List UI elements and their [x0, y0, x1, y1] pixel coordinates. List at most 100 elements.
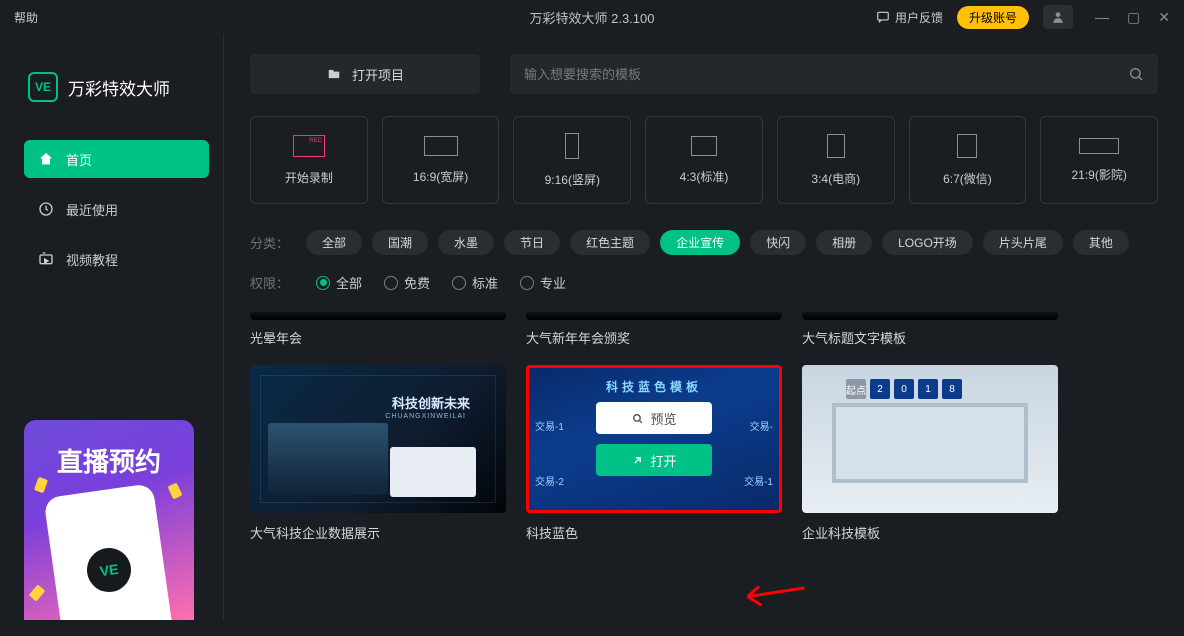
home-icon: [38, 151, 54, 167]
aspect-icon: [293, 135, 325, 157]
category-pill-2[interactable]: 水墨: [438, 230, 494, 255]
category-label: 分类：: [250, 233, 290, 252]
thumb-sub: CHUANGXINWEILAI: [385, 413, 466, 420]
template-card[interactable]: 起点 2 0 1 8 企业科技模板: [802, 365, 1058, 542]
thumb-tag: 交易-2: [535, 473, 564, 488]
open-project-button[interactable]: 打开项目: [250, 54, 480, 94]
help-menu[interactable]: 帮助: [14, 9, 38, 26]
aspect-icon: [827, 134, 845, 158]
aspect-icon: [957, 134, 977, 158]
minimize-button[interactable]: —: [1095, 9, 1109, 26]
template-title: 大气新年年会颁奖: [526, 331, 630, 346]
logo-mark: VE: [28, 72, 58, 102]
promo-title: 直播预约: [24, 420, 194, 479]
aspect-icon: [424, 136, 458, 156]
radio-icon: [452, 276, 466, 290]
template-thumb: 科技蓝色模板 交易-1 交易- 交易-2 交易-1 预览: [526, 365, 782, 513]
template-card-selected[interactable]: 科技蓝色模板 交易-1 交易- 交易-2 交易-1 预览: [526, 365, 782, 542]
category-pill-7[interactable]: 相册: [816, 230, 872, 255]
sidebar-item-tutorial[interactable]: 视频教程: [24, 240, 209, 278]
aspect-card-6[interactable]: 21:9(影院): [1040, 116, 1158, 204]
aspect-label: 21:9(影院): [1071, 166, 1126, 183]
video-icon: [38, 251, 54, 267]
aspect-icon: [691, 136, 717, 156]
app-logo: VE 万彩特效大师: [28, 72, 223, 102]
category-pill-10[interactable]: 其他: [1073, 230, 1129, 255]
aspect-label: 6:7(微信): [943, 170, 992, 187]
aspect-card-4[interactable]: 3:4(电商): [777, 116, 895, 204]
sidebar-item-home[interactable]: 首页: [24, 140, 209, 178]
aspect-card-0[interactable]: 开始录制: [250, 116, 368, 204]
speech-bubble-icon: [876, 10, 890, 24]
thumb-chip: 2: [870, 379, 890, 399]
category-pill-5[interactable]: 企业宣传: [660, 230, 740, 255]
aspect-icon: [1079, 138, 1119, 154]
radio-icon: [520, 276, 534, 290]
sidebar-item-recent[interactable]: 最近使用: [24, 190, 209, 228]
clock-icon: [38, 201, 54, 217]
radio-label: 免费: [404, 273, 430, 292]
sidebar-item-label: 视频教程: [66, 250, 118, 269]
radio-label: 全部: [336, 273, 362, 292]
template-title: 科技蓝色: [526, 523, 782, 542]
category-pill-6[interactable]: 快闪: [750, 230, 806, 255]
template-card[interactable]: 科技创新未来 CHUANGXINWEILAI 大气科技企业数据展示: [250, 365, 506, 542]
template-title: 光晕年会: [250, 331, 302, 346]
open-project-label: 打开项目: [352, 65, 404, 84]
search-input[interactable]: [524, 67, 1128, 82]
template-title: 大气标题文字模板: [802, 331, 906, 346]
magnifier-icon: [631, 412, 644, 425]
preview-label: 预览: [650, 409, 676, 428]
promo-banner[interactable]: 直播预约 VE: [24, 420, 194, 620]
thumb-banner: 科技蓝色模板: [606, 378, 702, 395]
aspect-card-5[interactable]: 6:7(微信): [909, 116, 1027, 204]
aspect-label: 4:3(标准): [680, 168, 729, 185]
template-title: 大气科技企业数据展示: [250, 523, 506, 542]
permission-radio-2[interactable]: 标准: [452, 273, 498, 292]
category-pill-1[interactable]: 国潮: [372, 230, 428, 255]
feedback-link[interactable]: 用户反馈: [876, 9, 943, 26]
radio-icon: [316, 276, 330, 290]
template-thumb: 起点 2 0 1 8: [802, 365, 1058, 513]
promo-phone: VE: [43, 483, 174, 620]
aspect-label: 16:9(宽屏): [413, 168, 468, 185]
close-button[interactable]: ✕: [1158, 9, 1170, 26]
window-title: 万彩特效大师 2.3.100: [530, 8, 655, 27]
sidebar-item-label: 首页: [66, 150, 92, 169]
folder-icon: [326, 67, 342, 81]
maximize-button[interactable]: ▢: [1127, 9, 1140, 26]
template-title: 企业科技模板: [802, 523, 1058, 542]
category-pill-0[interactable]: 全部: [306, 230, 362, 255]
category-pill-9[interactable]: 片头片尾: [983, 230, 1063, 255]
radio-label: 标准: [472, 273, 498, 292]
user-avatar[interactable]: [1043, 5, 1073, 29]
thumb-tag: 交易-: [750, 418, 773, 433]
thumb-chip: 8: [942, 379, 962, 399]
aspect-card-1[interactable]: 16:9(宽屏): [382, 116, 500, 204]
thumb-chip: 起点: [846, 379, 866, 399]
aspect-label: 开始录制: [285, 169, 333, 186]
preview-button[interactable]: 预览: [596, 402, 712, 434]
thumb-chip: 0: [894, 379, 914, 399]
aspect-card-2[interactable]: 9:16(竖屏): [513, 116, 631, 204]
permission-radio-0[interactable]: 全部: [316, 273, 362, 292]
aspect-icon: [565, 133, 579, 159]
permission-label: 权限：: [250, 273, 290, 292]
upgrade-button[interactable]: 升级账号: [957, 6, 1029, 29]
search-box[interactable]: [510, 54, 1158, 94]
category-pill-3[interactable]: 节日: [504, 230, 560, 255]
open-template-button[interactable]: 打开: [596, 444, 712, 476]
feedback-label: 用户反馈: [895, 9, 943, 26]
thumb-chip: 1: [918, 379, 938, 399]
thumb-banner: 科技创新未来: [392, 393, 470, 412]
category-pill-8[interactable]: LOGO开场: [882, 230, 973, 255]
permission-radio-3[interactable]: 专业: [520, 273, 566, 292]
permission-radio-1[interactable]: 免费: [384, 273, 430, 292]
aspect-label: 9:16(竖屏): [545, 171, 600, 188]
search-icon[interactable]: [1128, 66, 1144, 82]
template-thumb: 科技创新未来 CHUANGXINWEILAI: [250, 365, 506, 513]
aspect-card-3[interactable]: 4:3(标准): [645, 116, 763, 204]
person-icon: [1051, 10, 1065, 24]
open-arrow-icon: [631, 454, 644, 467]
category-pill-4[interactable]: 红色主题: [570, 230, 650, 255]
